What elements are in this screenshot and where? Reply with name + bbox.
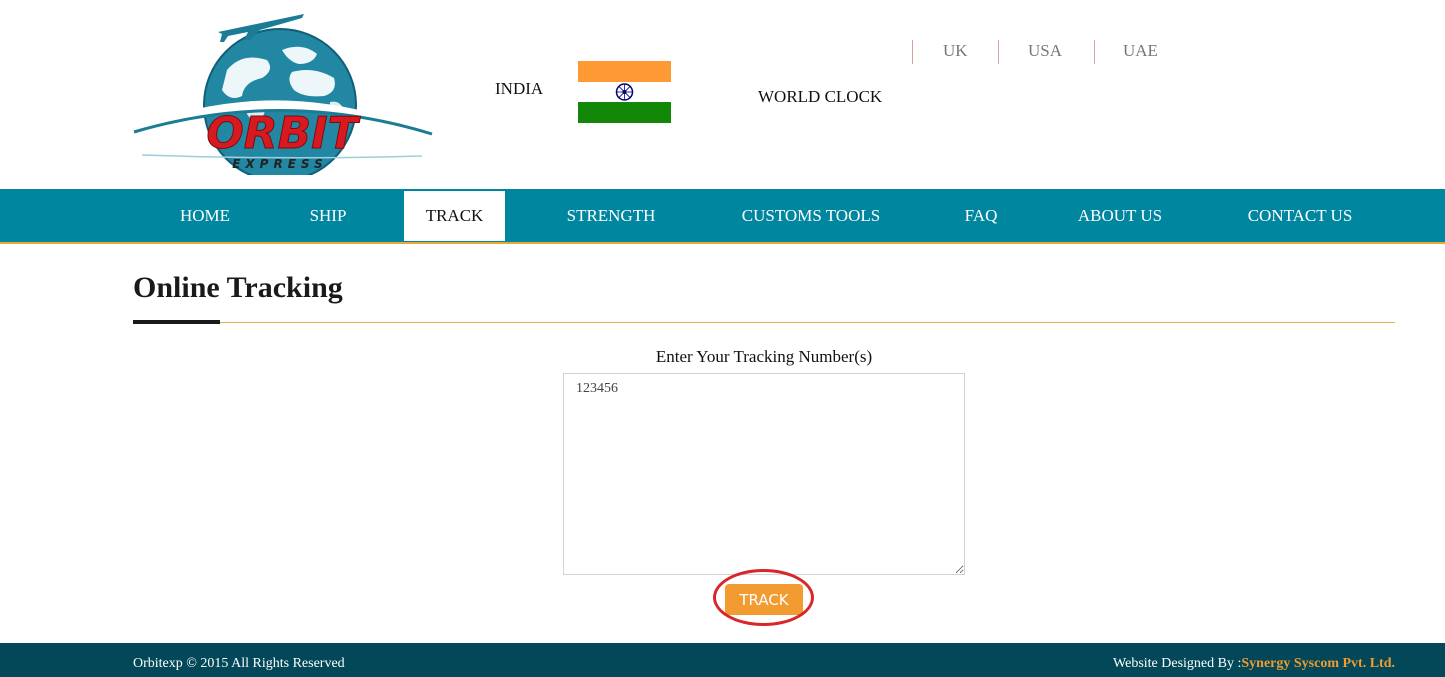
- nav-faq[interactable]: FAQ: [948, 191, 1014, 241]
- title-accent-bar: [133, 320, 220, 324]
- world-clock-link[interactable]: WORLD CLOCK: [758, 87, 882, 107]
- divider: [912, 40, 913, 64]
- nav-strength[interactable]: STRENGTH: [548, 191, 674, 241]
- orbit-express-logo[interactable]: ORBIT EXPRESS: [132, 10, 434, 182]
- nav-contact-us[interactable]: CONTACT US: [1226, 191, 1374, 241]
- main-nav: HOME SHIP TRACK STRENGTH CUSTOMS TOOLS F…: [0, 189, 1445, 244]
- track-button[interactable]: TRACK: [725, 584, 803, 615]
- footer-credit: Website Designed By :Synergy Syscom Pvt.…: [1113, 656, 1395, 672]
- credit-prefix: Website Designed By :: [1113, 656, 1242, 671]
- region-link-uae[interactable]: UAE: [1094, 38, 1174, 64]
- page-title: Online Tracking: [133, 271, 343, 304]
- india-flag-icon[interactable]: [578, 61, 671, 123]
- country-label: INDIA: [495, 79, 544, 98]
- tracking-number-label: Enter Your Tracking Number(s): [655, 347, 873, 366]
- footer: Orbitexp © 2015 All Rights Reserved Webs…: [0, 643, 1445, 677]
- copyright-text: Orbitexp © 2015 All Rights Reserved: [133, 656, 345, 671]
- divider: [1094, 40, 1095, 64]
- svg-text:EXPRESS: EXPRESS: [232, 157, 328, 171]
- svg-text:ORBIT: ORBIT: [206, 108, 360, 159]
- region-link-uk[interactable]: UK: [912, 38, 982, 64]
- tracking-number-input[interactable]: 123456: [563, 373, 965, 575]
- region-link-label: USA: [1028, 41, 1063, 60]
- title-divider: [133, 322, 1395, 323]
- globe-airplane-logo: ORBIT EXPRESS: [133, 14, 433, 182]
- nav-track[interactable]: TRACK: [404, 191, 505, 241]
- nav-home[interactable]: HOME: [160, 191, 250, 241]
- nav-ship[interactable]: SHIP: [290, 191, 366, 241]
- credit-company-link[interactable]: Synergy Syscom Pvt. Ltd.: [1241, 656, 1395, 671]
- region-link-label: UAE: [1123, 41, 1158, 60]
- region-link-usa[interactable]: USA: [998, 38, 1078, 64]
- nav-customs-tools[interactable]: CUSTOMS TOOLS: [720, 191, 902, 241]
- nav-about-us[interactable]: ABOUT US: [1058, 191, 1182, 241]
- region-link-label: UK: [943, 41, 968, 60]
- divider: [998, 40, 999, 64]
